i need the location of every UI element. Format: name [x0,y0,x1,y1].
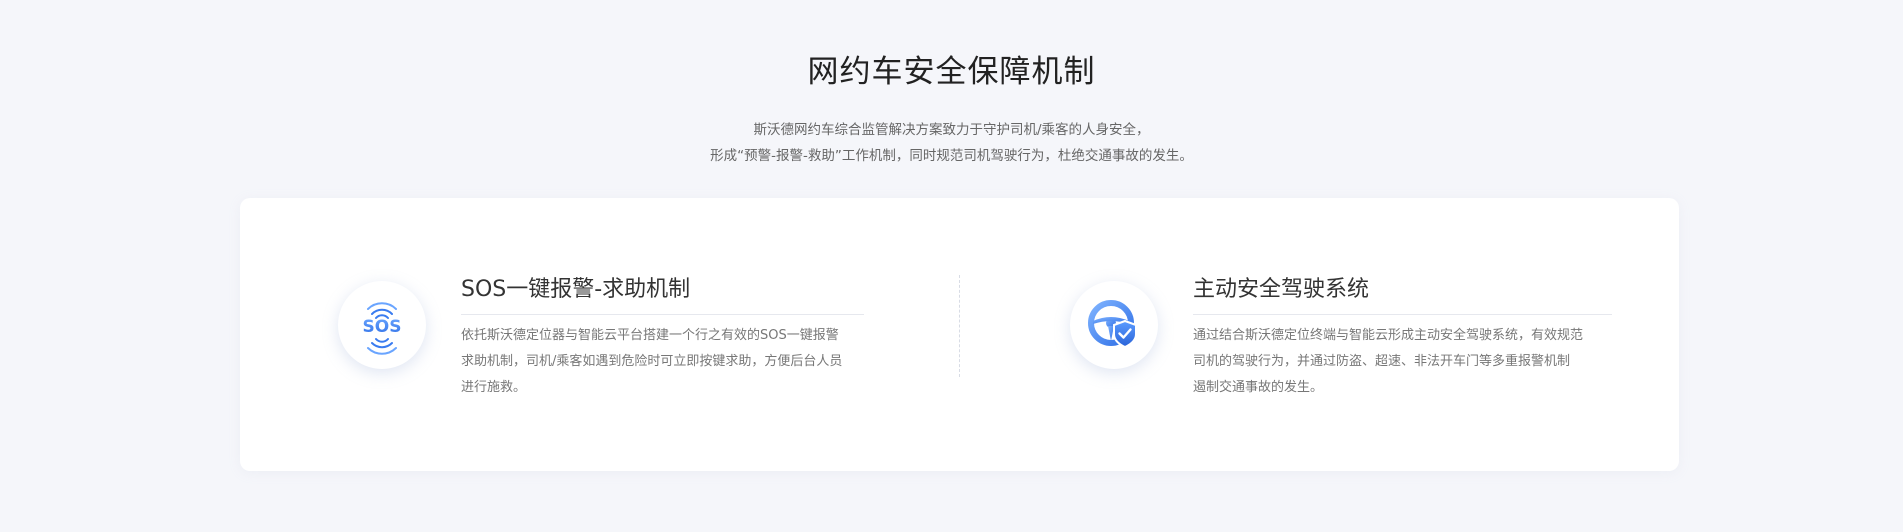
description-line: 司机的驾驶行为，并通过防盗、超速、非法开车门等多重报警机制 [1193,354,1571,369]
description-line: 进行施救。 [461,380,527,395]
feature-description: 依托斯沃德定位器与智能云平台搭建一个行之有效的SOS一键报警 求助机制，司机/乘… [461,323,881,401]
section-subtitle: 斯沃德网约车综合监管解决方案致力于守护司机/乘客的人身安全， 形成“预警-报警-… [0,117,1903,169]
subtitle-line: 形成“预警-报警-救助”工作机制，同时规范司机驾驶行为，杜绝交通事故的发生。 [710,148,1193,164]
description-line: 通过结合斯沃德定位终端与智能云形成主动安全驾驶系统，有效规范 [1193,328,1584,343]
description-line: 遏制交通事故的发生。 [1193,380,1324,395]
sos-icon-label: SOS [363,317,402,337]
feature-active-safety-text: 主动安全驾驶系统 通过结合斯沃德定位终端与智能云形成主动安全驾驶系统，有效规范 … [1193,274,1618,401]
feature-sos-text: SOS一键报警-求助机制 依托斯沃德定位器与智能云平台搭建一个行之有效的SOS一… [461,274,881,401]
description-line: 求助机制，司机/乘客如遇到危险时可立即按键求助，方便后台人员 [461,354,843,369]
safety-section: 网约车安全保障机制 斯沃德网约车综合监管解决方案致力于守护司机/乘客的人身安全，… [0,0,1903,532]
feature-description: 通过结合斯沃德定位终端与智能云形成主动安全驾驶系统，有效规范 司机的驾驶行为，并… [1193,323,1618,401]
section-title: 网约车安全保障机制 [807,54,1096,90]
subtitle-line: 斯沃德网约车综合监管解决方案致力于守护司机/乘客的人身安全， [753,122,1150,138]
feature-title: 主动安全驾驶系统 [1193,274,1612,315]
feature-divider [959,275,960,377]
sos-signal-icon: SOS [338,281,426,369]
steering-wheel-shield-icon [1070,281,1158,369]
features-card: SOS SOS一键报警-求助机制 依托斯沃德定位器与智能云平台搭建一个行之有效的… [240,198,1679,471]
description-line: 依托斯沃德定位器与智能云平台搭建一个行之有效的SOS一键报警 [461,328,839,343]
feature-title: SOS一键报警-求助机制 [461,274,864,315]
